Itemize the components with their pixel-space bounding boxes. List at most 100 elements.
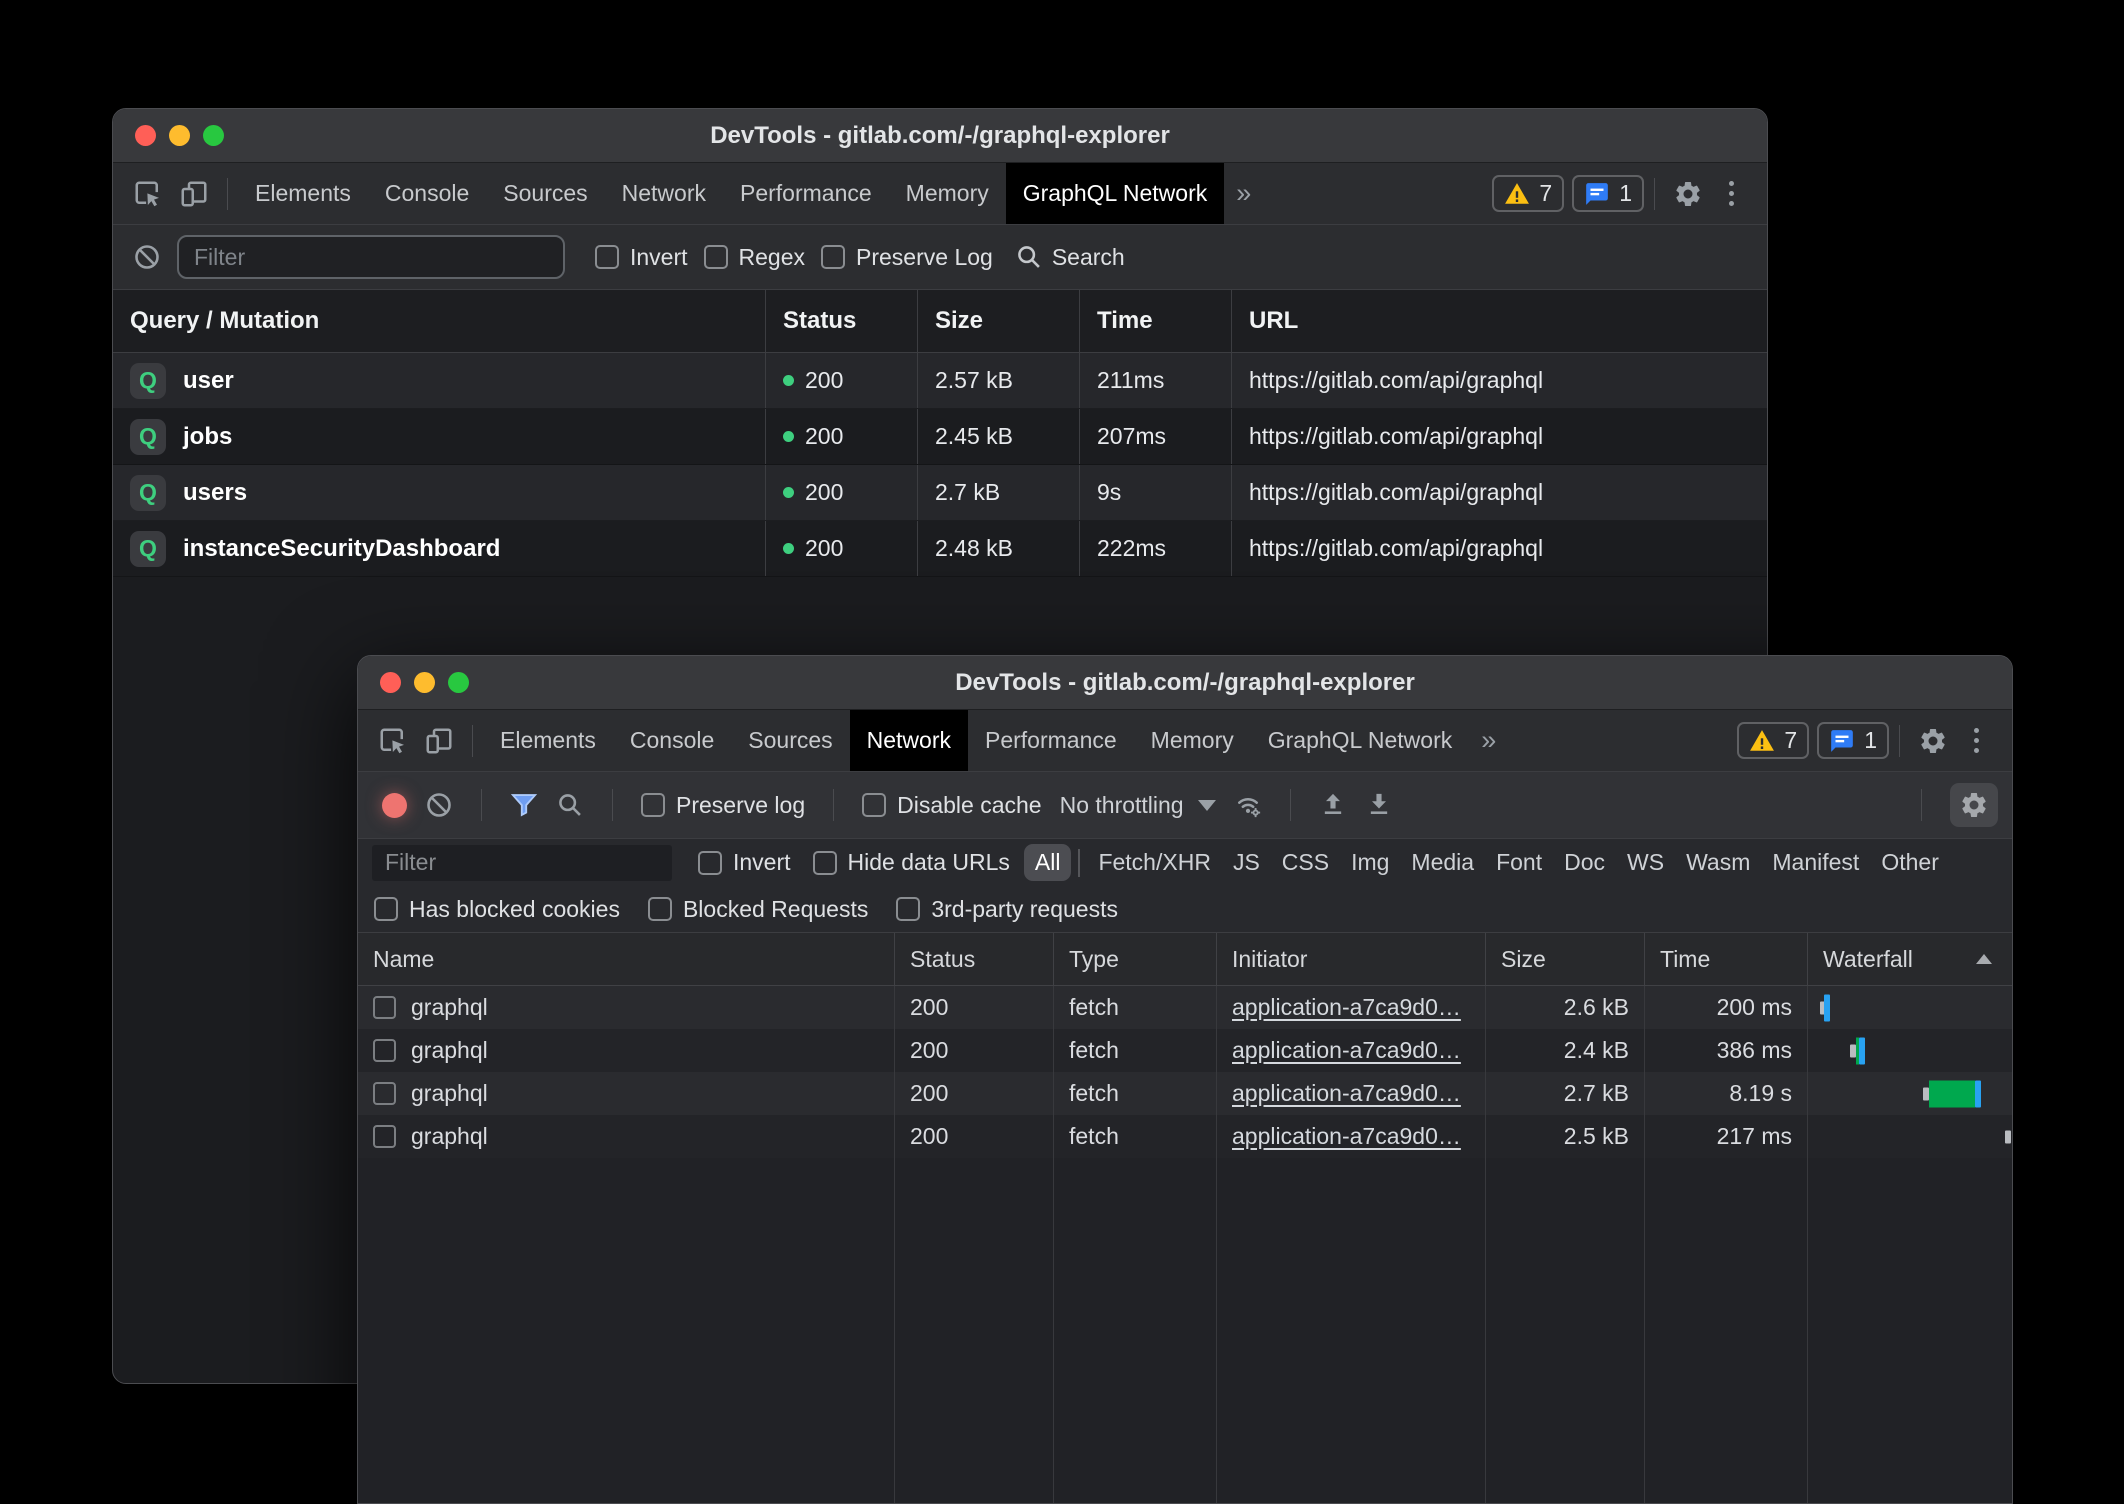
network-request-row[interactable]: graphql 200 fetch application-a7ca9d0… 2…: [358, 1115, 2012, 1158]
type-filter-pill[interactable]: Wasm: [1675, 844, 1761, 881]
clear-icon[interactable]: [425, 791, 453, 819]
filter-funnel-icon[interactable]: [510, 791, 538, 819]
column-header-url[interactable]: URL: [1232, 290, 1767, 352]
checkbox-box[interactable]: [641, 793, 665, 817]
preserve-log-checkbox[interactable]: Preserve Log: [821, 244, 993, 271]
type-filter-pill[interactable]: Other: [1870, 844, 1950, 881]
type-filter-pill[interactable]: Manifest: [1761, 844, 1870, 881]
panel-tab[interactable]: Network: [605, 163, 723, 224]
panel-tab[interactable]: Network: [850, 710, 968, 771]
import-har-icon[interactable]: [1365, 791, 1393, 819]
column-header-waterfall[interactable]: Waterfall: [1808, 933, 2012, 985]
initiator-link[interactable]: application-a7ca9d0…: [1232, 1037, 1461, 1064]
panel-tab[interactable]: Performance: [968, 710, 1134, 771]
row-checkbox[interactable]: [373, 996, 396, 1019]
hide-data-urls-checkbox[interactable]: Hide data URLs: [813, 849, 1010, 876]
type-filter-pill[interactable]: Doc: [1553, 844, 1616, 881]
panel-tab[interactable]: Sources: [486, 163, 604, 224]
more-panels-icon[interactable]: »: [1469, 725, 1508, 756]
close-button[interactable]: [135, 125, 156, 146]
inspect-element-icon[interactable]: [370, 718, 416, 764]
type-filter-pill[interactable]: JS: [1222, 844, 1271, 881]
type-filter-pill[interactable]: WS: [1616, 844, 1675, 881]
minimize-button[interactable]: [414, 672, 435, 693]
invert-checkbox[interactable]: Invert: [698, 849, 791, 876]
maximize-button[interactable]: [203, 125, 224, 146]
checkbox-box[interactable]: [374, 897, 398, 921]
preserve-log-checkbox[interactable]: Preserve log: [641, 792, 805, 819]
device-toolbar-icon[interactable]: [416, 718, 462, 764]
close-button[interactable]: [380, 672, 401, 693]
type-filter-pill[interactable]: Media: [1400, 844, 1485, 881]
column-header-query-mutation[interactable]: Query / Mutation: [113, 290, 766, 352]
row-checkbox[interactable]: [373, 1039, 396, 1062]
checkbox-box[interactable]: [698, 851, 722, 875]
column-header-name[interactable]: Name: [358, 933, 895, 985]
inspect-element-icon[interactable]: [125, 171, 171, 217]
regex-checkbox[interactable]: Regex: [704, 244, 805, 271]
initiator-link[interactable]: application-a7ca9d0…: [1232, 994, 1461, 1021]
checkbox-box[interactable]: [595, 245, 619, 269]
column-header-time[interactable]: Time: [1080, 290, 1232, 352]
column-header-initiator[interactable]: Initiator: [1217, 933, 1486, 985]
warnings-badge[interactable]: 7: [1492, 175, 1564, 212]
graphql-request-row[interactable]: Q user 200 2.57 kB 211ms https://gitlab.…: [113, 353, 1767, 409]
record-button[interactable]: [382, 793, 407, 818]
panel-tab[interactable]: Console: [613, 710, 731, 771]
warnings-badge[interactable]: 7: [1737, 722, 1809, 759]
checkbox-box[interactable]: [704, 245, 728, 269]
settings-gear-icon[interactable]: [1910, 718, 1956, 764]
more-options-icon[interactable]: [1956, 718, 1996, 764]
settings-gear-icon[interactable]: [1665, 171, 1711, 217]
network-settings-button[interactable]: [1950, 783, 1998, 827]
type-filter-pill[interactable]: CSS: [1271, 844, 1340, 881]
row-checkbox[interactable]: [373, 1125, 396, 1148]
third-party-requests-checkbox[interactable]: 3rd-party requests: [896, 896, 1118, 923]
checkbox-box[interactable]: [648, 897, 672, 921]
issues-badge[interactable]: 1: [1572, 175, 1644, 212]
disable-cache-checkbox[interactable]: Disable cache: [862, 792, 1041, 819]
panel-tab[interactable]: Elements: [483, 710, 613, 771]
network-conditions-icon[interactable]: [1234, 791, 1262, 819]
row-checkbox[interactable]: [373, 1082, 396, 1105]
network-filter-input[interactable]: [372, 845, 672, 881]
type-filter-pill[interactable]: Fetch/XHR: [1087, 844, 1221, 881]
more-options-icon[interactable]: [1711, 171, 1751, 217]
clear-icon[interactable]: [133, 243, 161, 271]
type-filter-pill[interactable]: Img: [1340, 844, 1400, 881]
graphql-request-row[interactable]: Q instanceSecurityDashboard 200 2.48 kB …: [113, 521, 1767, 577]
column-header-time[interactable]: Time: [1645, 933, 1808, 985]
maximize-button[interactable]: [448, 672, 469, 693]
column-header-type[interactable]: Type: [1054, 933, 1217, 985]
panel-tab[interactable]: GraphQL Network: [1006, 163, 1225, 224]
more-panels-icon[interactable]: »: [1224, 178, 1263, 209]
panel-tab[interactable]: GraphQL Network: [1251, 710, 1470, 771]
panel-tab[interactable]: Sources: [731, 710, 849, 771]
checkbox-box[interactable]: [821, 245, 845, 269]
initiator-link[interactable]: application-a7ca9d0…: [1232, 1080, 1461, 1107]
invert-checkbox[interactable]: Invert: [595, 244, 688, 271]
graphql-request-row[interactable]: Q users 200 2.7 kB 9s https://gitlab.com…: [113, 465, 1767, 521]
device-toolbar-icon[interactable]: [171, 171, 217, 217]
column-header-status[interactable]: Status: [766, 290, 918, 352]
panel-tab[interactable]: Memory: [1134, 710, 1251, 771]
network-request-row[interactable]: graphql 200 fetch application-a7ca9d0… 2…: [358, 1029, 2012, 1072]
graphql-request-row[interactable]: Q jobs 200 2.45 kB 207ms https://gitlab.…: [113, 409, 1767, 465]
panel-tab[interactable]: Elements: [238, 163, 368, 224]
checkbox-box[interactable]: [862, 793, 886, 817]
filter-input[interactable]: [177, 235, 565, 279]
blocked-requests-checkbox[interactable]: Blocked Requests: [648, 896, 868, 923]
type-filter-pill[interactable]: Font: [1485, 844, 1553, 881]
export-har-icon[interactable]: [1319, 791, 1347, 819]
column-header-status[interactable]: Status: [895, 933, 1054, 985]
issues-badge[interactable]: 1: [1817, 722, 1889, 759]
type-filter-pill[interactable]: All: [1024, 844, 1072, 881]
panel-tab[interactable]: Console: [368, 163, 486, 224]
throttling-select[interactable]: No throttling: [1060, 792, 1216, 819]
panel-tab[interactable]: Memory: [889, 163, 1006, 224]
checkbox-box[interactable]: [896, 897, 920, 921]
minimize-button[interactable]: [169, 125, 190, 146]
initiator-link[interactable]: application-a7ca9d0…: [1232, 1123, 1461, 1150]
search-icon[interactable]: [556, 791, 584, 819]
checkbox-box[interactable]: [813, 851, 837, 875]
